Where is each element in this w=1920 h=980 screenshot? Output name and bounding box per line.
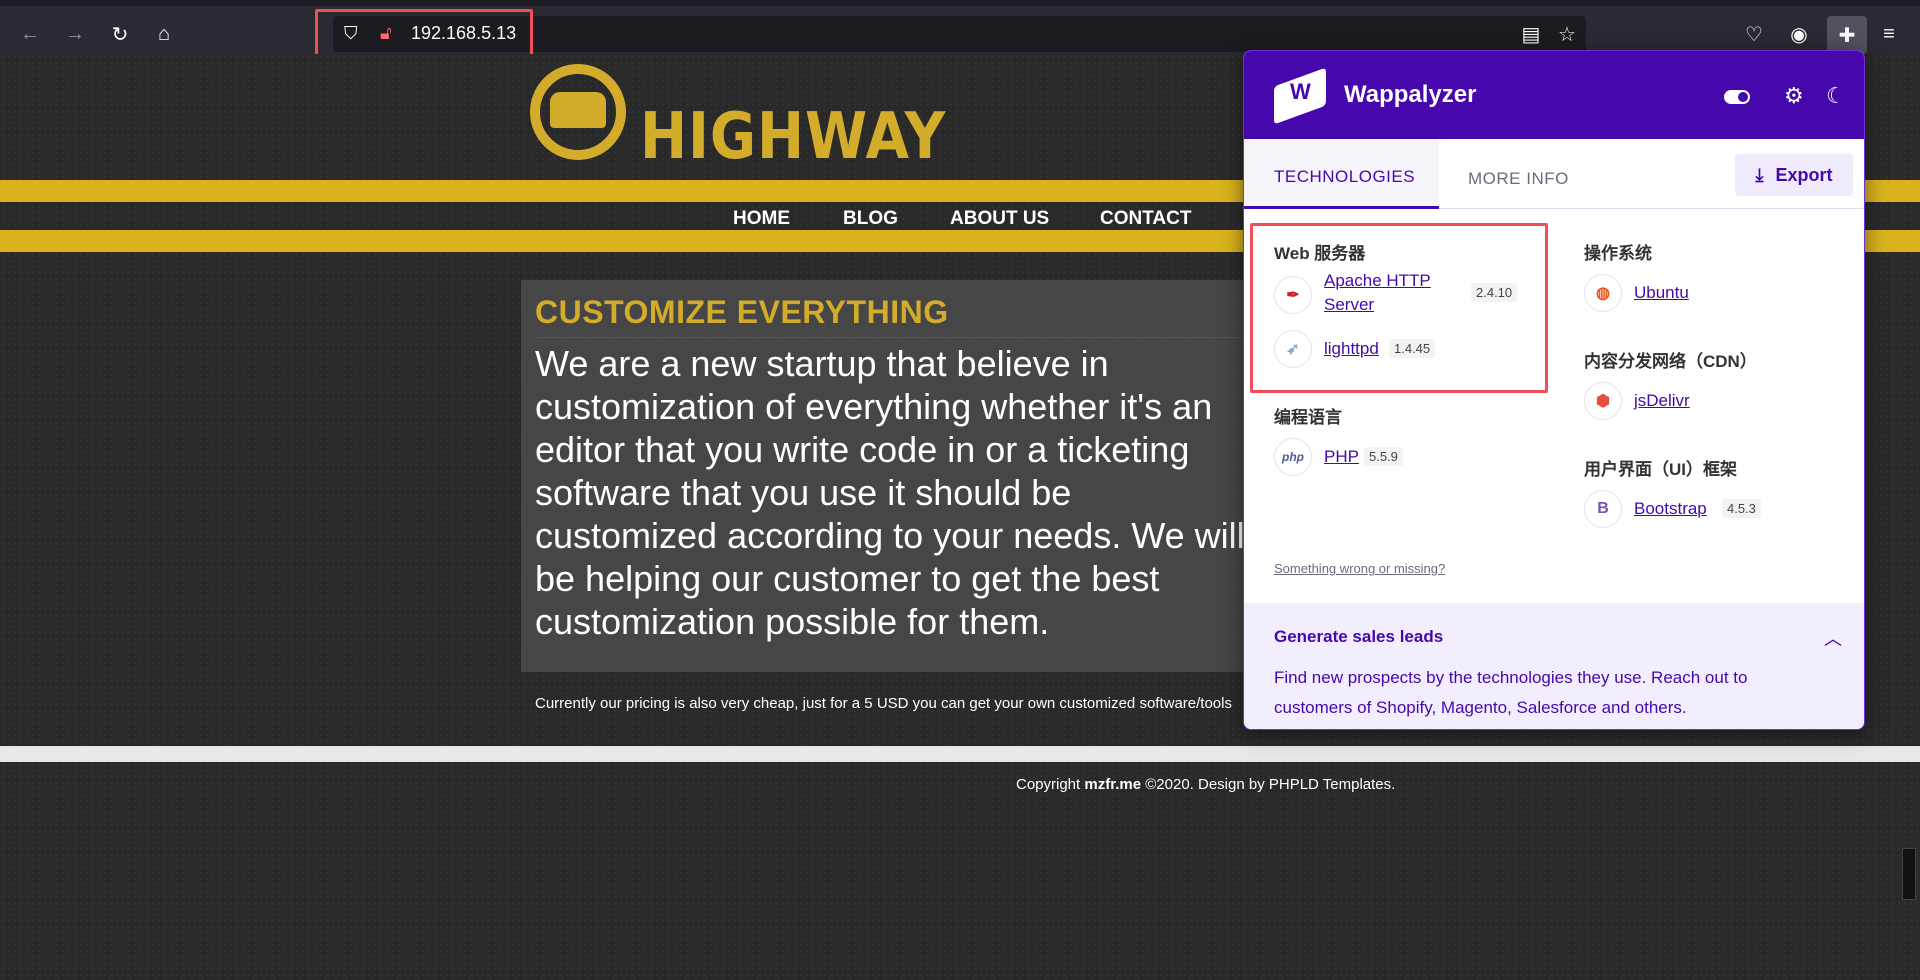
- active-tab-underline: [1244, 206, 1439, 209]
- bookmark-star-icon[interactable]: ☆: [1551, 18, 1583, 50]
- tab-technologies[interactable]: TECHNOLOGIES: [1274, 167, 1415, 187]
- content-small-text: Currently our pricing is also very cheap…: [535, 695, 1232, 712]
- tech-ubuntu-link[interactable]: Ubuntu: [1634, 281, 1689, 305]
- extensions-puzzle-icon[interactable]: ✚: [1827, 16, 1867, 54]
- sales-leads-body: Find new prospects by the technologies t…: [1274, 668, 1748, 717]
- export-label: Export: [1775, 164, 1833, 185]
- tab-more-info[interactable]: MORE INFO: [1468, 169, 1569, 189]
- content-title: CUSTOMIZE EVERYTHING: [535, 294, 949, 330]
- pocket-icon[interactable]: ♡: [1738, 18, 1770, 50]
- jsdelivr-icon[interactable]: ⬢: [1584, 382, 1622, 420]
- category-ui-framework: 用户界面（UI）框架: [1584, 460, 1737, 479]
- tech-lighttpd-version: 1.4.45: [1389, 339, 1436, 358]
- toggle-switch-icon[interactable]: [1724, 90, 1750, 104]
- wappalyzer-popup: W Wappalyzer ⚙ ☾ TECHNOLOGIES MORE INFO …: [1243, 50, 1865, 730]
- lighttpd-icon[interactable]: ➶: [1274, 330, 1312, 368]
- tech-bootstrap-version: 4.5.3: [1722, 499, 1761, 518]
- tech-bootstrap-link[interactable]: Bootstrap: [1634, 497, 1707, 521]
- tech-lighttpd-link[interactable]: lighttpd: [1324, 337, 1379, 361]
- category-cdn: 内容分发网络（CDN）: [1584, 352, 1757, 371]
- dark-mode-moon-icon[interactable]: ☾: [1826, 83, 1846, 109]
- logo-car-shape: [550, 92, 606, 128]
- something-missing-link[interactable]: Something wrong or missing?: [1274, 561, 1445, 576]
- menu-hamburger-icon[interactable]: ≡: [1873, 18, 1905, 50]
- tech-php-link[interactable]: PHP: [1324, 445, 1359, 469]
- nav-blog[interactable]: BLOG: [843, 208, 898, 230]
- wappalyzer-brand: Wappalyzer: [1344, 81, 1477, 108]
- copyright: Copyright mzfr.me ©2020. Design by PHPLD…: [1016, 776, 1395, 793]
- tech-apache-version: 2.4.10: [1471, 283, 1518, 302]
- category-os: 操作系统: [1584, 244, 1652, 263]
- forward-arrow-icon[interactable]: →: [59, 18, 91, 50]
- download-icon: ⤓: [1755, 164, 1764, 185]
- copyright-suffix: ©2020. Design by PHPLD Templates.: [1141, 776, 1396, 793]
- tech-php-version: 5.5.9: [1364, 447, 1403, 466]
- nav-about-us[interactable]: ABOUT US: [950, 208, 1049, 230]
- copyright-site[interactable]: mzfr.me: [1084, 776, 1141, 793]
- browser-toolbar: ← → ↻ ⌂ ⛉ 🔓︎ 192.168.5.13 ▤ ☆ ♡ ◉ ✚ ≡: [0, 0, 1920, 59]
- ubuntu-icon[interactable]: ◍: [1584, 274, 1622, 312]
- copyright-prefix: Copyright: [1016, 776, 1085, 793]
- content-body: We are a new startup that believe in cus…: [535, 343, 1245, 642]
- php-icon[interactable]: php: [1274, 438, 1312, 476]
- bootstrap-icon[interactable]: B: [1584, 490, 1622, 528]
- scroll-indicator[interactable]: [1902, 848, 1916, 900]
- road-white-stripe: [0, 746, 1920, 762]
- account-icon[interactable]: ◉: [1783, 18, 1815, 50]
- home-icon[interactable]: ⌂: [148, 18, 180, 50]
- category-web-server: Web 服务器: [1274, 244, 1366, 263]
- apache-feather-icon[interactable]: ✒: [1274, 276, 1312, 314]
- chevron-up-icon[interactable]: ︿: [1824, 625, 1842, 651]
- export-button[interactable]: ⤓ Export: [1735, 154, 1853, 196]
- category-programming-language: 编程语言: [1274, 408, 1342, 427]
- site-logo-text[interactable]: HIGHWAY: [640, 100, 946, 174]
- tech-jsdelivr-link[interactable]: jsDelivr: [1634, 389, 1690, 413]
- nav-home[interactable]: HOME: [733, 208, 790, 230]
- nav-contact[interactable]: CONTACT: [1100, 208, 1191, 230]
- reload-icon[interactable]: ↻: [104, 18, 136, 50]
- url-highlight-box: [315, 9, 533, 59]
- settings-gear-icon[interactable]: ⚙: [1784, 83, 1804, 109]
- wappalyzer-header: [1244, 51, 1864, 139]
- reader-view-icon[interactable]: ▤: [1515, 18, 1547, 50]
- tech-apache-link[interactable]: Apache HTTP Server: [1324, 269, 1454, 317]
- sales-leads-title[interactable]: Generate sales leads: [1274, 627, 1443, 647]
- back-arrow-icon[interactable]: ←: [14, 18, 46, 50]
- content-divider: [535, 337, 1255, 338]
- wappalyzer-logo-letter: W: [1290, 79, 1311, 104]
